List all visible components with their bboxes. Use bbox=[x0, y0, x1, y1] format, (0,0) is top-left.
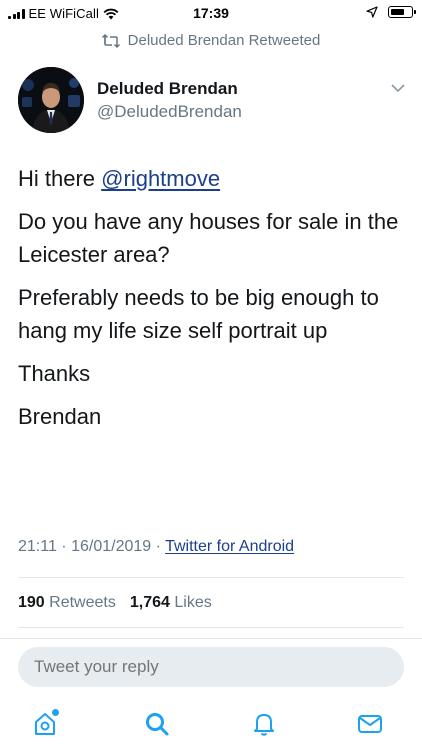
tab-bar bbox=[0, 703, 422, 743]
retweet-icon bbox=[101, 33, 120, 48]
avatar[interactable] bbox=[18, 67, 84, 133]
tweet-paragraph: Thanks bbox=[18, 361, 91, 386]
author-handle[interactable]: @DeludedBrendan bbox=[97, 102, 242, 122]
location-arrow-icon bbox=[366, 6, 378, 18]
tweet-text: Hi there @rightmove Do you have any hous… bbox=[18, 162, 413, 443]
tab-messages[interactable] bbox=[353, 707, 387, 741]
author-display-name[interactable]: Deluded Brendan bbox=[97, 79, 238, 99]
tab-notifications[interactable] bbox=[247, 707, 281, 741]
retweets-stat[interactable]: 190 Retweets bbox=[18, 594, 116, 612]
clock: 17:39 bbox=[193, 5, 229, 21]
chevron-down-icon[interactable] bbox=[390, 83, 406, 93]
tab-home[interactable] bbox=[28, 707, 62, 741]
tweet-paragraph: Hi there @rightmove bbox=[18, 166, 221, 191]
search-icon bbox=[146, 713, 169, 736]
tweet-paragraph: Brendan bbox=[18, 404, 102, 429]
battery-icon bbox=[388, 6, 416, 18]
reply-input[interactable] bbox=[18, 647, 404, 687]
notifications-icon bbox=[254, 714, 274, 736]
tweet-source-link[interactable]: Twitter for Android bbox=[165, 538, 294, 555]
retweet-context[interactable]: Deluded Brendan Retweeted bbox=[0, 32, 422, 49]
divider bbox=[18, 577, 404, 578]
tweet-paragraph: Preferably needs to be big enough to han… bbox=[18, 285, 379, 343]
reply-bar bbox=[0, 638, 422, 750]
tweet-meta: 21:11 · 16/01/2019 · Twitter for Android bbox=[18, 538, 295, 555]
status-bar: EE WiFiCall 17:39 bbox=[0, 0, 422, 26]
divider bbox=[18, 627, 404, 628]
tweet-paragraph: Do you have any houses for sale in the L… bbox=[18, 209, 399, 267]
tab-search[interactable] bbox=[140, 707, 174, 741]
new-content-dot bbox=[52, 709, 59, 716]
tweet-time: 21:11 bbox=[18, 538, 57, 555]
tweet-stats: 190 Retweets 1,764 Likes bbox=[18, 594, 212, 612]
retweet-context-label: Deluded Brendan Retweeted bbox=[127, 32, 321, 49]
likes-stat[interactable]: 1,764 Likes bbox=[130, 594, 212, 612]
tweet-detail-screen: EE WiFiCall 17:39 Deluded Brendan Retwee… bbox=[0, 0, 422, 750]
mention-link[interactable]: @rightmove bbox=[101, 166, 220, 191]
tweet-date: 16/01/2019 bbox=[71, 538, 152, 555]
messages-icon bbox=[358, 715, 382, 733]
